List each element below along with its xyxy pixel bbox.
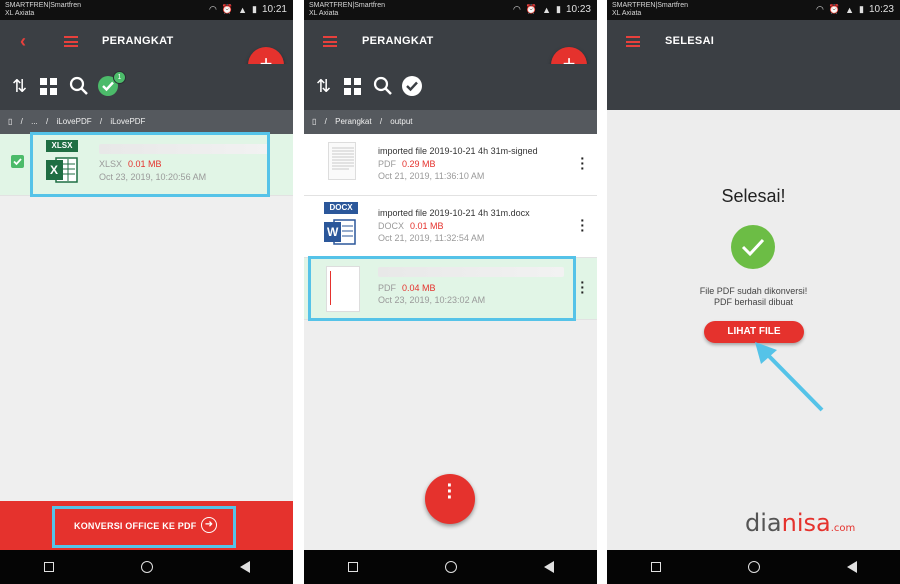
highlight-box (30, 132, 270, 197)
back-icon[interactable] (239, 561, 250, 573)
signal-icon: ▲ (238, 4, 248, 15)
status-bar: SMARTFREN|Smartfren XL Axiata ◠ ⏰ ▲ ▮ 10… (304, 0, 597, 20)
status-bar: SMARTFREN|Smartfren XL Axiata ◠ ⏰ ▲ ▮ 10… (0, 0, 293, 20)
watermark-part: .com (830, 523, 856, 534)
breadcrumb-item[interactable]: output (390, 117, 412, 126)
file-type-badge: DOCX (324, 202, 358, 214)
folder-icon: ▯ (312, 117, 317, 126)
word-letter: W (327, 225, 339, 239)
file-name: imported file 2019-10-21 4h 31m-signed (378, 146, 538, 156)
page-title: SELESAI (665, 35, 715, 47)
sort-icon[interactable]: ⇅ (12, 76, 27, 96)
breadcrumb-item[interactable]: ... (31, 117, 38, 126)
breadcrumb-item[interactable]: iLovePDF (56, 117, 91, 126)
breadcrumb-item[interactable]: iLovePDF (110, 117, 145, 126)
file-size: 0.29 MB (402, 159, 436, 169)
back-icon[interactable] (846, 561, 857, 573)
recents-icon[interactable] (43, 562, 54, 572)
more-options-icon[interactable]: · · · (580, 151, 585, 175)
nav-bar (0, 550, 293, 584)
grid-view-icon[interactable] (40, 78, 57, 99)
phone-panel-1: SMARTFREN|Smartfren XL Axiata ◠ ⏰ ▲ ▮ 10… (0, 0, 293, 584)
sort-icon[interactable]: ⇅ (316, 76, 331, 96)
signal-icon: ▲ (845, 4, 855, 15)
breadcrumb: ▯ / ... / iLovePDF / iLovePDF (0, 110, 293, 134)
file-type: PDF (378, 159, 396, 169)
word-file-icon: W (324, 218, 356, 246)
wifi-icon: ◠ (513, 4, 521, 14)
select-check-button[interactable] (401, 75, 423, 101)
pdf-thumbnail (328, 142, 356, 180)
more-options-icon[interactable]: · · · (580, 275, 585, 299)
battery-icon: ▮ (556, 4, 561, 14)
grid-view-icon[interactable] (344, 78, 361, 99)
breadcrumb: ▯ / Perangkat / output (304, 110, 597, 134)
hamburger-menu-icon[interactable] (64, 36, 78, 47)
alarm-icon: ⏰ (828, 4, 841, 14)
watermark-logo: dianisa.com (745, 509, 855, 537)
list-item[interactable]: DOCX W imported file 2019-10-21 4h 31m.d… (304, 196, 597, 258)
back-icon[interactable] (543, 561, 554, 573)
success-check-icon (730, 224, 776, 270)
checkbox-checked-icon[interactable] (11, 155, 24, 168)
status-time: 10:23 (868, 4, 894, 15)
watermark-part: nisa (781, 509, 831, 537)
file-type: DOCX (378, 221, 405, 231)
alarm-icon: ⏰ (525, 4, 538, 14)
search-icon[interactable] (69, 76, 89, 100)
status-time: 10:23 (565, 4, 591, 15)
more-options-icon[interactable]: · · · (580, 213, 585, 237)
pointer-arrow-icon (755, 342, 824, 412)
file-name: imported file 2019-10-21 4h 31m.docx (378, 208, 530, 218)
screenshot-stage: SMARTFREN|Smartfren XL Axiata ◠ ⏰ ▲ ▮ 10… (0, 0, 900, 584)
folder-icon: ▯ (8, 117, 13, 126)
recents-icon[interactable] (650, 562, 661, 572)
signal-icon: ▲ (542, 4, 552, 15)
search-icon[interactable] (373, 76, 393, 100)
home-icon[interactable] (140, 561, 153, 573)
hamburger-menu-icon[interactable] (323, 36, 337, 47)
phone-panel-2: SMARTFREN|Smartfren XL Axiata ◠ ⏰ ▲ ▮ 10… (304, 0, 597, 584)
done-message-1: File PDF sudah dikonversi! (699, 286, 808, 296)
battery-icon: ▮ (252, 4, 257, 14)
back-arrow-icon[interactable]: ‹ (20, 31, 26, 52)
page-title: PERANGKAT (362, 35, 434, 47)
nav-bar (607, 550, 900, 584)
selection-count-badge: 1 (113, 71, 126, 84)
more-vertical-icon: · · · (446, 475, 454, 509)
done-heading: Selesai! (721, 186, 786, 206)
wifi-icon: ◠ (816, 4, 824, 14)
toolbar: ⇅ 1 (0, 64, 293, 110)
watermark-part: dia (745, 509, 782, 537)
battery-icon: ▮ (859, 4, 864, 14)
hamburger-menu-icon[interactable] (626, 36, 640, 47)
done-message-2: PDF berhasil dibuat (713, 297, 794, 307)
app-bar: SELESAI (607, 20, 900, 64)
file-size: 0.01 MB (410, 221, 444, 231)
recents-icon[interactable] (347, 562, 358, 572)
highlight-box (52, 506, 236, 548)
status-time: 10:21 (261, 4, 287, 15)
breadcrumb-item[interactable]: Perangkat (335, 117, 371, 126)
list-item[interactable]: imported file 2019-10-21 4h 31m-signed P… (304, 134, 597, 196)
status-bar: SMARTFREN|Smartfren XL Axiata ◠ ⏰ ▲ ▮ 10… (607, 0, 900, 20)
file-meta: DOCX 0.01 MB (378, 221, 444, 231)
home-icon[interactable] (747, 561, 760, 573)
nav-bar (304, 550, 597, 584)
home-icon[interactable] (444, 561, 457, 573)
page-title: PERANGKAT (102, 35, 174, 47)
file-date: Oct 21, 2019, 11:32:54 AM (378, 233, 485, 243)
fab-more-button[interactable]: · · · (425, 474, 475, 524)
done-content: Selesai! File PDF sudah dikonversi! PDF … (607, 110, 900, 550)
wifi-icon: ◠ (209, 4, 217, 14)
header-extension (607, 64, 900, 110)
highlight-box (308, 256, 576, 321)
alarm-icon: ⏰ (221, 4, 234, 14)
toolbar: ⇅ (304, 64, 597, 110)
file-date: Oct 21, 2019, 11:36:10 AM (378, 171, 485, 181)
file-meta: PDF 0.29 MB (378, 159, 436, 169)
phone-panel-3: SMARTFREN|Smartfren XL Axiata ◠ ⏰ ▲ ▮ 10… (607, 0, 900, 584)
